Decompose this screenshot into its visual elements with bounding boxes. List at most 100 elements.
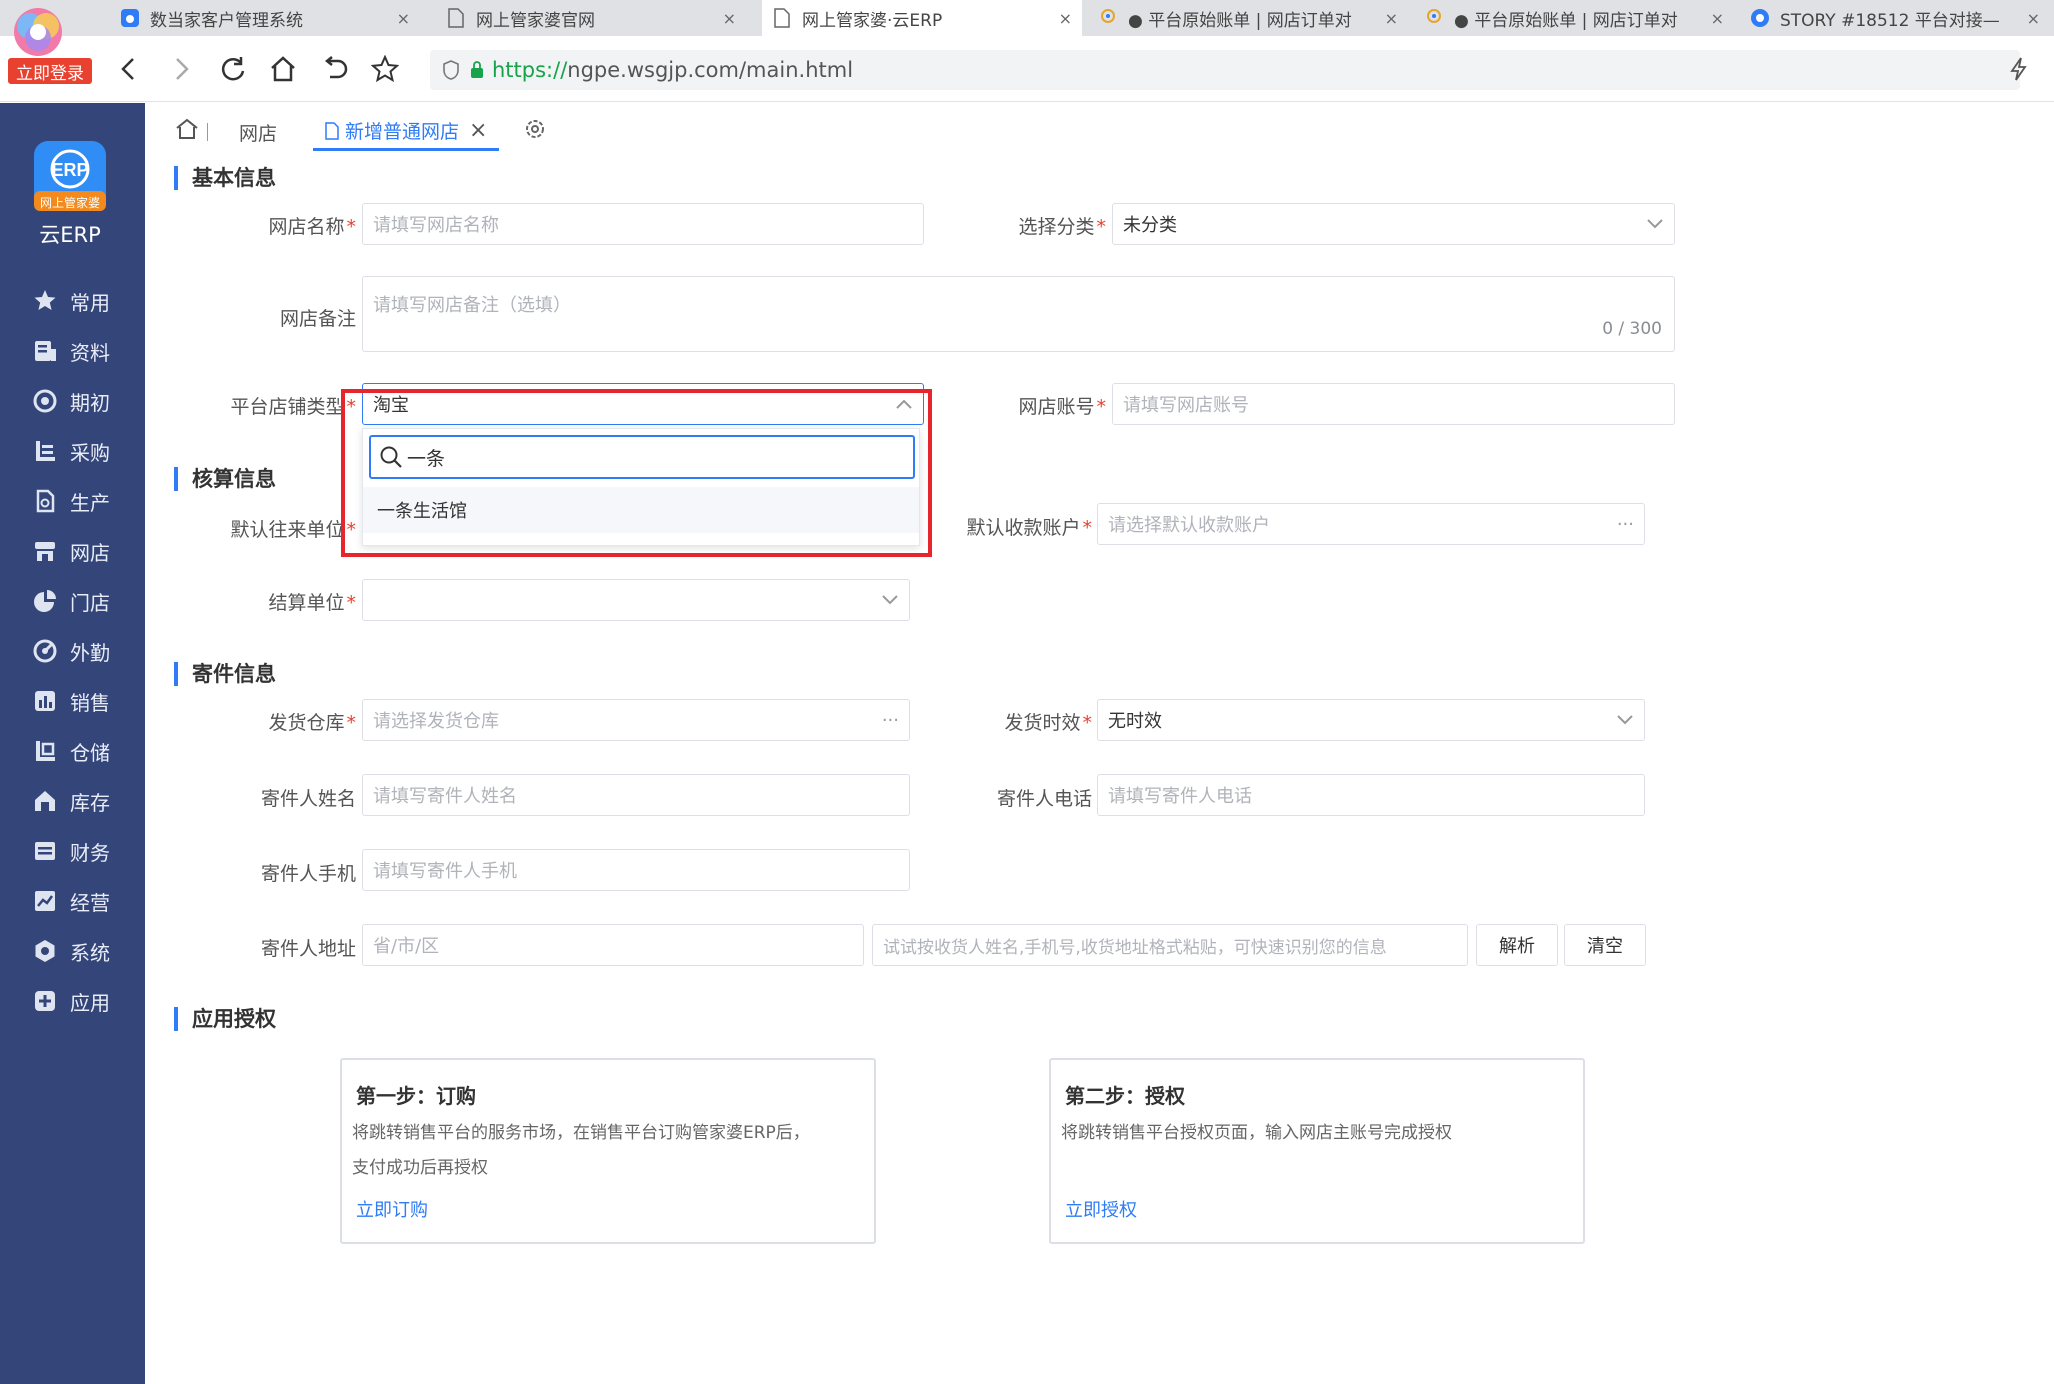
inventory-icon: [32, 788, 58, 814]
sidebar-item-profile[interactable]: 资料: [0, 326, 145, 376]
warehouse-label: 发货仓库 *: [268, 712, 356, 734]
browser-tab[interactable]: ● 平台原始账单 | 网店订单对 ×: [1414, 0, 1734, 36]
sender-name-label: 寄件人姓名: [260, 788, 356, 810]
browser-tab[interactable]: ● 平台原始账单 | 网店订单对 ×: [1088, 0, 1408, 36]
tab-close-icon[interactable]: ×: [469, 118, 487, 143]
sidebar-item-field[interactable]: 外勤: [0, 626, 145, 676]
erp-logo-badge: 网上管家婆: [39, 196, 100, 210]
sender-region-input[interactable]: 省/市/区: [362, 924, 864, 966]
browser-tab[interactable]: 数当家客户管理系统 ×: [110, 0, 420, 36]
sender-phone-input[interactable]: 请填写寄件人电话: [1097, 774, 1645, 816]
timeliness-label: 发货时效 *: [1004, 712, 1092, 734]
parse-button[interactable]: 解析: [1476, 924, 1558, 966]
sidebar-item-sales[interactable]: 销售: [0, 676, 145, 726]
back-button[interactable]: [114, 54, 144, 84]
chevron-down-icon: [881, 590, 899, 611]
more-dots-icon[interactable]: ···: [1617, 514, 1634, 535]
bar-chart-icon: [32, 688, 58, 714]
section-shipping-info: 寄件信息: [174, 662, 276, 686]
tab-settings-icon[interactable]: [523, 117, 547, 145]
page-icon: [772, 8, 792, 28]
settle-unit-select[interactable]: [362, 579, 910, 621]
plus-icon: [32, 988, 58, 1014]
home-button[interactable]: [268, 54, 298, 84]
store-icon: [32, 538, 58, 564]
security-shield-icon: [442, 60, 460, 80]
sidebar-item-business[interactable]: 经营: [0, 876, 145, 926]
forward-button[interactable]: [166, 54, 196, 84]
sidebar-item-store[interactable]: 网店: [0, 526, 145, 576]
browser-tab[interactable]: STORY #18512 平台对接— ×: [1740, 0, 2050, 36]
sidebar-item-common[interactable]: 常用: [0, 276, 145, 326]
sidebar-item-shop[interactable]: 门店: [0, 576, 145, 626]
chevron-down-icon: [1616, 710, 1634, 731]
bookmark-star-button[interactable]: [370, 54, 400, 84]
chevron-down-icon: [1646, 214, 1664, 235]
profile-icon: [32, 338, 58, 364]
browser-tab-active[interactable]: 网上管家婆·云ERP ×: [762, 0, 1082, 36]
sidebar-item-inventory[interactable]: 库存: [0, 776, 145, 826]
order-step-card: 第一步：订购 将跳转销售平台的服务市场，在销售平台订购管家婆ERP后， 支付成功后…: [340, 1058, 876, 1244]
page-icon: [446, 8, 466, 28]
reload-button[interactable]: [218, 54, 248, 84]
settle-unit-label: 结算单位 *: [268, 592, 356, 614]
browser-logo[interactable]: 立即登录: [8, 6, 92, 84]
sidebar-item-production[interactable]: 生产: [0, 476, 145, 526]
order-step-title: 第一步：订购: [356, 1084, 476, 1108]
account-label: 网店账号 *: [1018, 396, 1106, 418]
tab-close-icon[interactable]: ×: [1059, 9, 1072, 28]
sidebar-item-storage[interactable]: 仓储: [0, 726, 145, 776]
warehouse-input[interactable]: 请选择发货仓库 ···: [362, 699, 910, 741]
tab-close-icon[interactable]: ×: [1711, 9, 1724, 28]
sidebar-item-purchase[interactable]: 采购: [0, 426, 145, 476]
store-name-input[interactable]: 请填写网店名称: [362, 203, 924, 245]
tab-close-icon[interactable]: ×: [2027, 9, 2040, 28]
address-paste-input[interactable]: 试试按收货人姓名,手机号,收货地址格式粘贴，可快速识别您的信息: [872, 924, 1468, 966]
sender-mobile-input[interactable]: 请填写寄件人手机: [362, 849, 910, 891]
page-icon: [325, 121, 339, 140]
sidebar-item-apps[interactable]: 应用: [0, 976, 145, 1026]
default-account-input[interactable]: 请选择默认收款账户 ···: [1097, 503, 1645, 545]
trend-icon: [32, 888, 58, 914]
sidebar-brand: 云ERP: [39, 223, 101, 247]
remark-label: 网店备注: [279, 308, 356, 330]
remark-textarea[interactable]: 请填写网店备注（选填） 0 / 300: [362, 276, 1675, 352]
browser-tab-strip: 数当家客户管理系统 × 网上管家婆官网 × 网上管家婆·云ERP × ● 平台原…: [0, 0, 2054, 36]
purchase-icon: [32, 438, 58, 464]
lightning-icon[interactable]: [2004, 54, 2034, 84]
sidebar-item-opening[interactable]: 期初: [0, 376, 145, 426]
order-step-desc: 将跳转销售平台的服务市场，在销售平台订购管家婆ERP后， 支付成功后再授权: [352, 1123, 810, 1178]
field-icon: [32, 638, 58, 664]
more-dots-icon[interactable]: ···: [882, 710, 899, 731]
tab-close-icon[interactable]: ×: [723, 9, 736, 28]
home-tab-icon[interactable]: [175, 117, 199, 145]
lock-icon: [470, 61, 484, 79]
browser-tab[interactable]: 网上管家婆官网 ×: [436, 0, 746, 36]
tab-close-icon[interactable]: ×: [397, 9, 410, 28]
tab-new-store[interactable]: 新增普通网店 ×: [313, 113, 500, 151]
url-field[interactable]: https://ngpe.wsgjp.com/main.html: [430, 50, 2020, 90]
undo-button[interactable]: [320, 54, 350, 84]
login-badge[interactable]: 立即登录: [8, 58, 92, 84]
production-icon: [32, 488, 58, 514]
account-input[interactable]: 请填写网店账号: [1112, 383, 1675, 425]
store-name-label: 网店名称 *: [268, 216, 356, 238]
authorize-step-card: 第二步：授权 将跳转销售平台授权页面，输入网店主账号完成授权 立即授权: [1049, 1058, 1585, 1244]
clear-button[interactable]: 清空: [1564, 924, 1646, 966]
category-select[interactable]: 未分类: [1112, 203, 1675, 245]
timeliness-select[interactable]: 无时效: [1097, 699, 1645, 741]
tab-store[interactable]: 网店: [239, 113, 277, 151]
tab-close-icon[interactable]: ×: [1385, 9, 1398, 28]
sidebar: ERP 网上管家婆 云ERP 常用 资料 期初 采购 生产 网店 门店 外勤 销…: [0, 103, 145, 1384]
authorize-now-link[interactable]: 立即授权: [1065, 1196, 1137, 1222]
sidebar-item-system[interactable]: 系统: [0, 926, 145, 976]
sidebar-item-finance[interactable]: 财务: [0, 826, 145, 876]
remark-char-count: 0 / 300: [1602, 319, 1662, 339]
sender-phone-label: 寄件人电话: [996, 788, 1092, 810]
svg-text:ERP: ERP: [51, 160, 88, 180]
order-now-link[interactable]: 立即订购: [356, 1196, 428, 1222]
default-partner-label: 默认往来单位 *: [230, 519, 356, 541]
gear-icon: [32, 938, 58, 964]
authorize-step-desc: 将跳转销售平台授权页面，输入网店主账号完成授权: [1061, 1123, 1452, 1143]
sender-name-input[interactable]: 请填写寄件人姓名: [362, 774, 910, 816]
